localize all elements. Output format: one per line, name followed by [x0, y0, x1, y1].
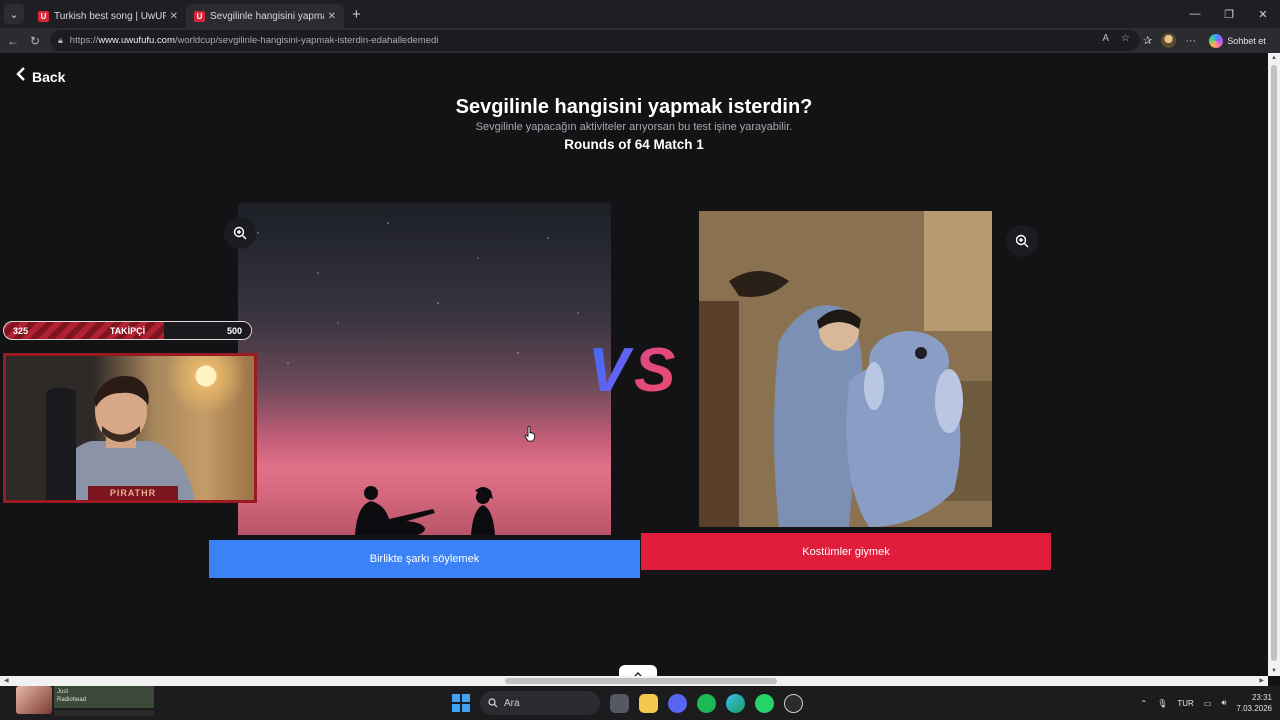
url-prefix: https://	[69, 35, 99, 46]
zoom-in-left-button[interactable]	[224, 217, 256, 249]
scroll-down-icon[interactable]: ▼	[1268, 668, 1280, 674]
lock-icon: 🔒︎	[58, 35, 63, 45]
scroll-up-icon[interactable]: ▲	[1268, 55, 1280, 61]
tab-title: Turkish best song | UwUFUFU	[54, 10, 166, 22]
profile-avatar[interactable]	[1161, 33, 1177, 48]
scroll-right-icon[interactable]: ▶	[1259, 677, 1264, 684]
copilot-button[interactable]: Sohbet et	[1209, 33, 1266, 48]
scroll-left-icon[interactable]: ◀	[4, 677, 9, 684]
chatgpt-icon[interactable]	[784, 693, 803, 713]
zoom-in-right-button[interactable]	[1006, 225, 1038, 257]
favorites-icon[interactable]: ✰	[1143, 34, 1152, 47]
song-title: Just	[57, 689, 69, 695]
choice-image-left[interactable]	[238, 203, 611, 535]
tab-sevgilinle[interactable]: U Sevgilinle hangisini yapmak isterdin ✕	[186, 4, 344, 28]
minimize-icon[interactable]: —	[1178, 0, 1212, 28]
choice-button-left[interactable]: Birlikte şarkı söylemek	[209, 540, 640, 578]
back-label: Back	[32, 68, 66, 85]
follower-min: 325	[13, 325, 29, 336]
close-window-icon[interactable]: ✕	[1246, 0, 1280, 28]
microphone-icon[interactable]: 🎙︎	[1157, 699, 1167, 708]
vertical-scrollbar[interactable]: ▲ ▼	[1268, 53, 1280, 676]
file-explorer-icon[interactable]	[639, 693, 658, 713]
follower-goal-bar: 325 TAKİPÇİ 500	[3, 321, 252, 340]
language-indicator[interactable]: TUR	[1177, 699, 1193, 708]
address-toolbar: ← ↻ 🔒︎ https:// www.uwufufu.com /worldcu…	[0, 28, 1280, 53]
tab-title: Sevgilinle hangisini yapmak isterdin	[210, 10, 324, 22]
zoom-in-icon	[233, 226, 247, 240]
song-progress-bar	[54, 710, 154, 716]
windows-start-icon[interactable]	[452, 694, 470, 712]
chevron-left-icon	[16, 67, 26, 86]
task-view-icon[interactable]	[610, 693, 629, 713]
whatsapp-icon[interactable]	[755, 693, 774, 713]
search-icon	[488, 698, 498, 708]
round-info: Rounds of 64 Match 1	[564, 137, 704, 152]
follower-label: TAKİPÇİ	[109, 325, 146, 336]
clock-date: 7.03.2026	[1236, 704, 1272, 713]
follower-goal: 500	[226, 325, 242, 336]
page-title: Sevgilinle hangisini yapmak isterdin?	[455, 96, 813, 118]
uwufufu-favicon: U	[38, 10, 49, 22]
silhouette-couple	[355, 486, 495, 535]
favorite-star-icon[interactable]: ☆	[1121, 33, 1130, 44]
window-controls: — ❐ ✕	[1178, 0, 1280, 28]
now-playing-panel: Just Radiohead	[54, 686, 154, 708]
monitor-icon[interactable]: ▭	[1204, 699, 1212, 708]
new-tab-icon[interactable]: +	[352, 6, 361, 23]
system-tray: ⌃ 🎙︎ TUR ▭ 🔊︎ 23:31 7.03.2026	[1140, 686, 1272, 720]
edge-icon[interactable]	[726, 693, 745, 713]
scrollbar-thumb[interactable]	[505, 678, 777, 684]
page-subtitle: Sevgilinle yapacağın aktiviteler arıyors…	[475, 121, 793, 133]
zoom-in-icon	[1015, 234, 1029, 248]
expand-panel-button[interactable]	[619, 665, 657, 676]
svg-text:V: V	[588, 336, 634, 403]
spotify-icon[interactable]	[697, 693, 716, 713]
url-path: /worldcup/sevgilinle-hangisini-yapmak-is…	[174, 35, 439, 46]
choice-button-right[interactable]: Kostümler giymek	[641, 533, 1051, 570]
taskbar-search[interactable]: Ara	[480, 691, 600, 715]
tab-actions-menu-icon[interactable]: ⌄	[4, 4, 24, 24]
choice-image-right[interactable]	[699, 211, 992, 527]
copilot-icon	[1209, 33, 1224, 48]
volume-icon[interactable]: 🔊︎	[1221, 698, 1226, 708]
read-aloud-icon[interactable]: A	[1102, 33, 1109, 44]
music-widget[interactable]: Just Radiohead	[14, 686, 154, 720]
taskbar: Just Radiohead Ara ⌃ 🎙︎ TUR ▭ 🔊︎ 23:31 7…	[0, 686, 1280, 720]
horizontal-scrollbar[interactable]: ◀ ▶	[0, 676, 1268, 686]
url-host: www.uwufufu.com	[98, 35, 175, 46]
restore-icon[interactable]: ❐	[1212, 0, 1246, 28]
discord-icon[interactable]	[668, 693, 687, 713]
hand-cursor-icon	[524, 426, 536, 442]
back-arrow-icon[interactable]: ←	[2, 34, 24, 48]
tab-bar: ⌄ U Turkish best song | UwUFUFU ✕ U Sevg…	[0, 0, 1280, 28]
url-bar[interactable]: 🔒︎ https:// www.uwufufu.com /worldcup/se…	[50, 30, 1140, 51]
search-label: Ara	[504, 697, 520, 709]
clock-time: 23:31	[1251, 693, 1272, 702]
vs-graphic: V S	[588, 336, 675, 403]
song-artist: Radiohead	[57, 697, 87, 703]
svg-text:S: S	[634, 336, 675, 403]
clock[interactable]: 23:31 7.03.2026	[1236, 692, 1272, 714]
webcam-brand: PIRATHR	[88, 486, 178, 500]
close-tab-icon[interactable]: ✕	[328, 11, 336, 22]
webcam-overlay: PIRATHR	[3, 353, 257, 503]
costume-photo	[699, 211, 992, 527]
taskbar-apps: Ara	[452, 691, 803, 715]
tab-turkish-best-song[interactable]: U Turkish best song | UwUFUFU ✕	[30, 4, 186, 28]
more-options-icon[interactable]: ···	[1185, 35, 1196, 47]
uwufufu-favicon: U	[194, 10, 205, 22]
copilot-label: Sohbet et	[1227, 35, 1266, 46]
scrollbar-thumb[interactable]	[1271, 65, 1277, 661]
album-art	[16, 686, 52, 714]
streamer-figure	[46, 375, 195, 500]
refresh-icon[interactable]: ↻	[24, 34, 46, 48]
back-button[interactable]: Back	[16, 67, 65, 86]
tray-expand-icon[interactable]: ⌃	[1140, 699, 1147, 708]
close-tab-icon[interactable]: ✕	[170, 11, 178, 22]
